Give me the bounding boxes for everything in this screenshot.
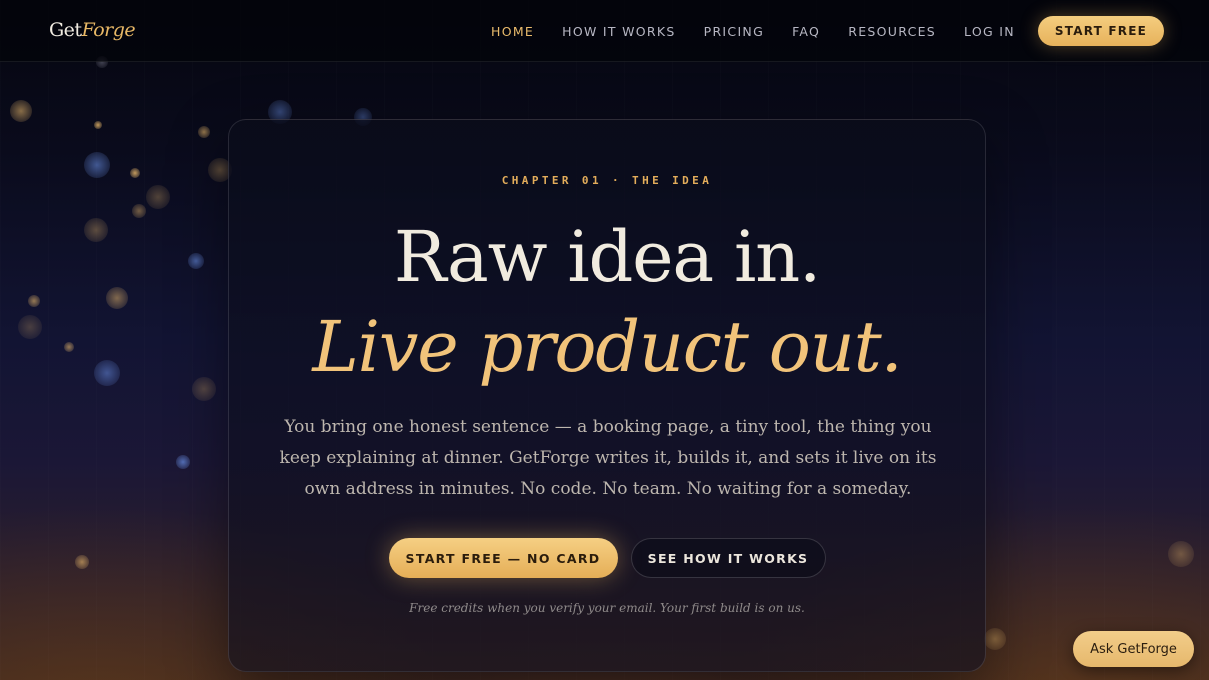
ask-assistant-button[interactable]: Ask GetForge bbox=[1073, 631, 1194, 667]
bokeh-dot bbox=[146, 185, 170, 209]
nav-link-home[interactable]: HOME bbox=[491, 24, 534, 39]
start-free-no-card-button[interactable]: START FREE — NO CARD bbox=[388, 538, 618, 578]
bokeh-dot bbox=[94, 360, 120, 386]
bokeh-dot bbox=[198, 126, 210, 138]
nav-link-how-it-works[interactable]: HOW IT WORKS bbox=[562, 24, 675, 39]
bokeh-dot bbox=[64, 342, 74, 352]
nav-link-pricing[interactable]: PRICING bbox=[704, 24, 764, 39]
nav-link-resources[interactable]: RESOURCES bbox=[848, 24, 936, 39]
bokeh-dot bbox=[176, 455, 190, 469]
logo-text-get: Get bbox=[49, 19, 82, 41]
hero-card: CHAPTER 01 · THE IDEA Raw idea in. Live … bbox=[228, 119, 986, 672]
bokeh-dot bbox=[75, 555, 89, 569]
hero-headline-line2: Live product out. bbox=[312, 306, 902, 388]
nav-link-faq[interactable]: FAQ bbox=[792, 24, 820, 39]
bokeh-dot bbox=[84, 152, 110, 178]
bokeh-dot bbox=[94, 121, 102, 129]
logo-text-forge: Forge bbox=[81, 19, 136, 41]
hero-headline-line1: Raw idea in. bbox=[393, 216, 821, 298]
bokeh-dot bbox=[28, 295, 40, 307]
start-free-button[interactable]: START FREE bbox=[1037, 16, 1164, 46]
bokeh-dot bbox=[84, 218, 108, 242]
bokeh-dot bbox=[1168, 541, 1194, 567]
hero-cta-group: START FREE — NO CARD SEE HOW IT WORKS bbox=[229, 538, 985, 578]
top-nav: GetForge HOME HOW IT WORKS PRICING FAQ R… bbox=[0, 0, 1209, 62]
bokeh-dot bbox=[984, 628, 1006, 650]
bokeh-dot bbox=[106, 287, 128, 309]
bokeh-dot bbox=[10, 100, 32, 122]
bokeh-dot bbox=[18, 315, 42, 339]
nav-links: HOME HOW IT WORKS PRICING FAQ RESOURCES … bbox=[491, 16, 1164, 46]
hero-footnote: Free credits when you verify your email.… bbox=[409, 601, 805, 615]
bokeh-dot bbox=[132, 204, 146, 218]
see-how-it-works-button[interactable]: SEE HOW IT WORKS bbox=[630, 538, 826, 578]
bokeh-dot bbox=[130, 168, 140, 178]
hero-description: You bring one honest sentence — a bookin… bbox=[279, 417, 937, 499]
nav-link-log-in[interactable]: LOG IN bbox=[964, 24, 1015, 39]
brand-logo[interactable]: GetForge bbox=[49, 19, 136, 41]
hero-eyebrow: CHAPTER 01 · THE IDEA bbox=[501, 174, 713, 187]
bokeh-dot bbox=[188, 253, 204, 269]
bokeh-dot bbox=[192, 377, 216, 401]
